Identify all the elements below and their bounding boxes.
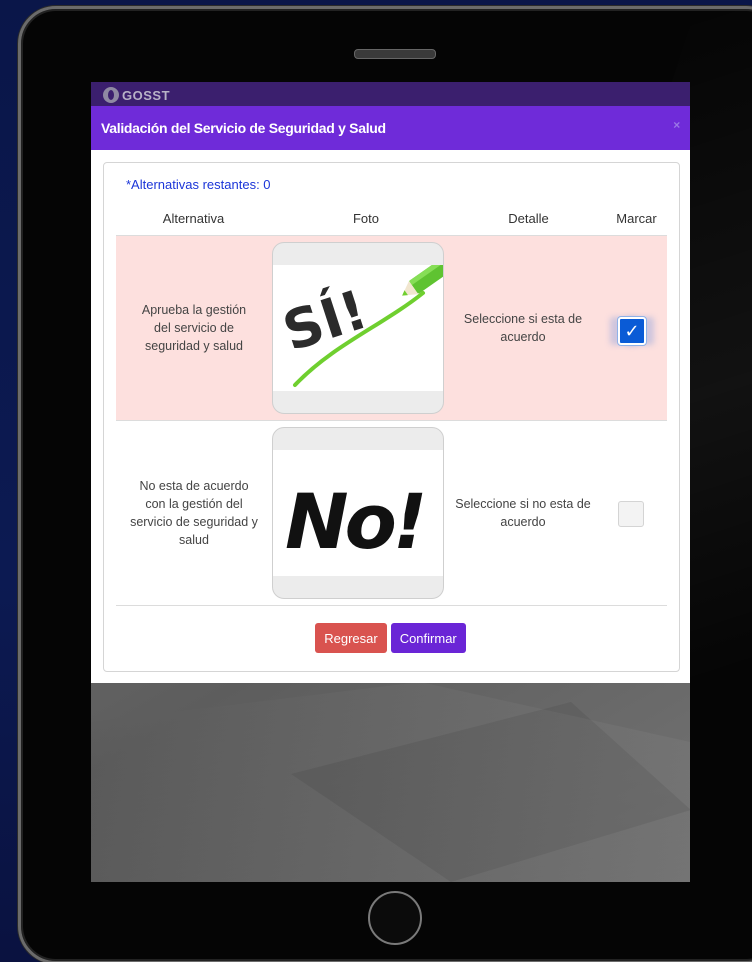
back-button[interactable]: Regresar <box>315 623 387 653</box>
confirm-button[interactable]: Confirmar <box>390 623 466 653</box>
remaining-alternatives: *Alternativas restantes: 0 <box>126 177 271 192</box>
modal-header: Validación del Servicio de Seguridad y S… <box>91 106 690 150</box>
si-image: SÍ! <box>276 255 443 387</box>
approve-checkbox[interactable]: ✓ <box>618 317 646 345</box>
table-row-approve[interactable]: Aprueba la gestión del servicio de segur… <box>116 235 667 420</box>
reject-checkbox[interactable] <box>618 501 644 527</box>
table-row-reject[interactable]: No esta de acuerdo con la gestión del se… <box>116 420 667 606</box>
tablet-speaker <box>354 49 436 59</box>
detail-label: Seleccione si no esta de acuerdo <box>455 497 591 529</box>
photo-si: SÍ! <box>272 242 444 414</box>
si-text: SÍ! <box>276 278 375 364</box>
column-header-marcar: Marcar <box>616 211 657 226</box>
alternative-label: Aprueba la gestión del servicio de segur… <box>141 303 247 353</box>
detail-label: Seleccione si esta de acuerdo <box>463 312 583 344</box>
gosst-logo[interactable]: GOSST <box>103 86 170 104</box>
table-header: Alternativa Foto Detalle Marcar <box>116 205 667 233</box>
alternative-label: No esta de acuerdo con la gestión del se… <box>130 479 258 547</box>
column-header-alternativa: Alternativa <box>162 211 225 226</box>
column-header-foto: Foto <box>352 211 379 226</box>
check-icon: ✓ <box>624 320 640 341</box>
logo-icon <box>103 87 119 103</box>
alternatives-panel: *Alternativas restantes: 0 Alternativa F… <box>103 162 680 672</box>
photo-no: No! <box>272 427 444 599</box>
detail-text: Seleccione si esta de acuerdo <box>450 236 596 420</box>
no-text: No! <box>285 477 423 566</box>
validation-modal: Validación del Servicio de Seguridad y S… <box>91 106 690 683</box>
no-image: No! <box>285 477 427 566</box>
modal-title: Validación del Servicio de Seguridad y S… <box>101 120 386 136</box>
photo-canvas: SÍ! <box>273 255 443 391</box>
action-buttons: Regresar Confirmar <box>104 623 679 655</box>
app-bar: GOSST <box>91 82 690 106</box>
background: GOSST Validación del Servicio de Segurid… <box>0 0 752 962</box>
alternative-text: Aprueba la gestión del servicio de segur… <box>120 236 268 420</box>
photo-canvas: No! <box>273 450 443 576</box>
logo-text: GOSST <box>122 87 171 103</box>
tablet-screen: GOSST Validación del Servicio de Segurid… <box>91 82 690 882</box>
close-icon[interactable]: × <box>673 118 680 132</box>
column-header-detalle: Detalle <box>508 211 549 226</box>
alternative-text: No esta de acuerdo con la gestión del se… <box>120 421 268 605</box>
home-button[interactable] <box>368 891 422 945</box>
detail-text: Seleccione si no esta de acuerdo <box>450 421 596 605</box>
